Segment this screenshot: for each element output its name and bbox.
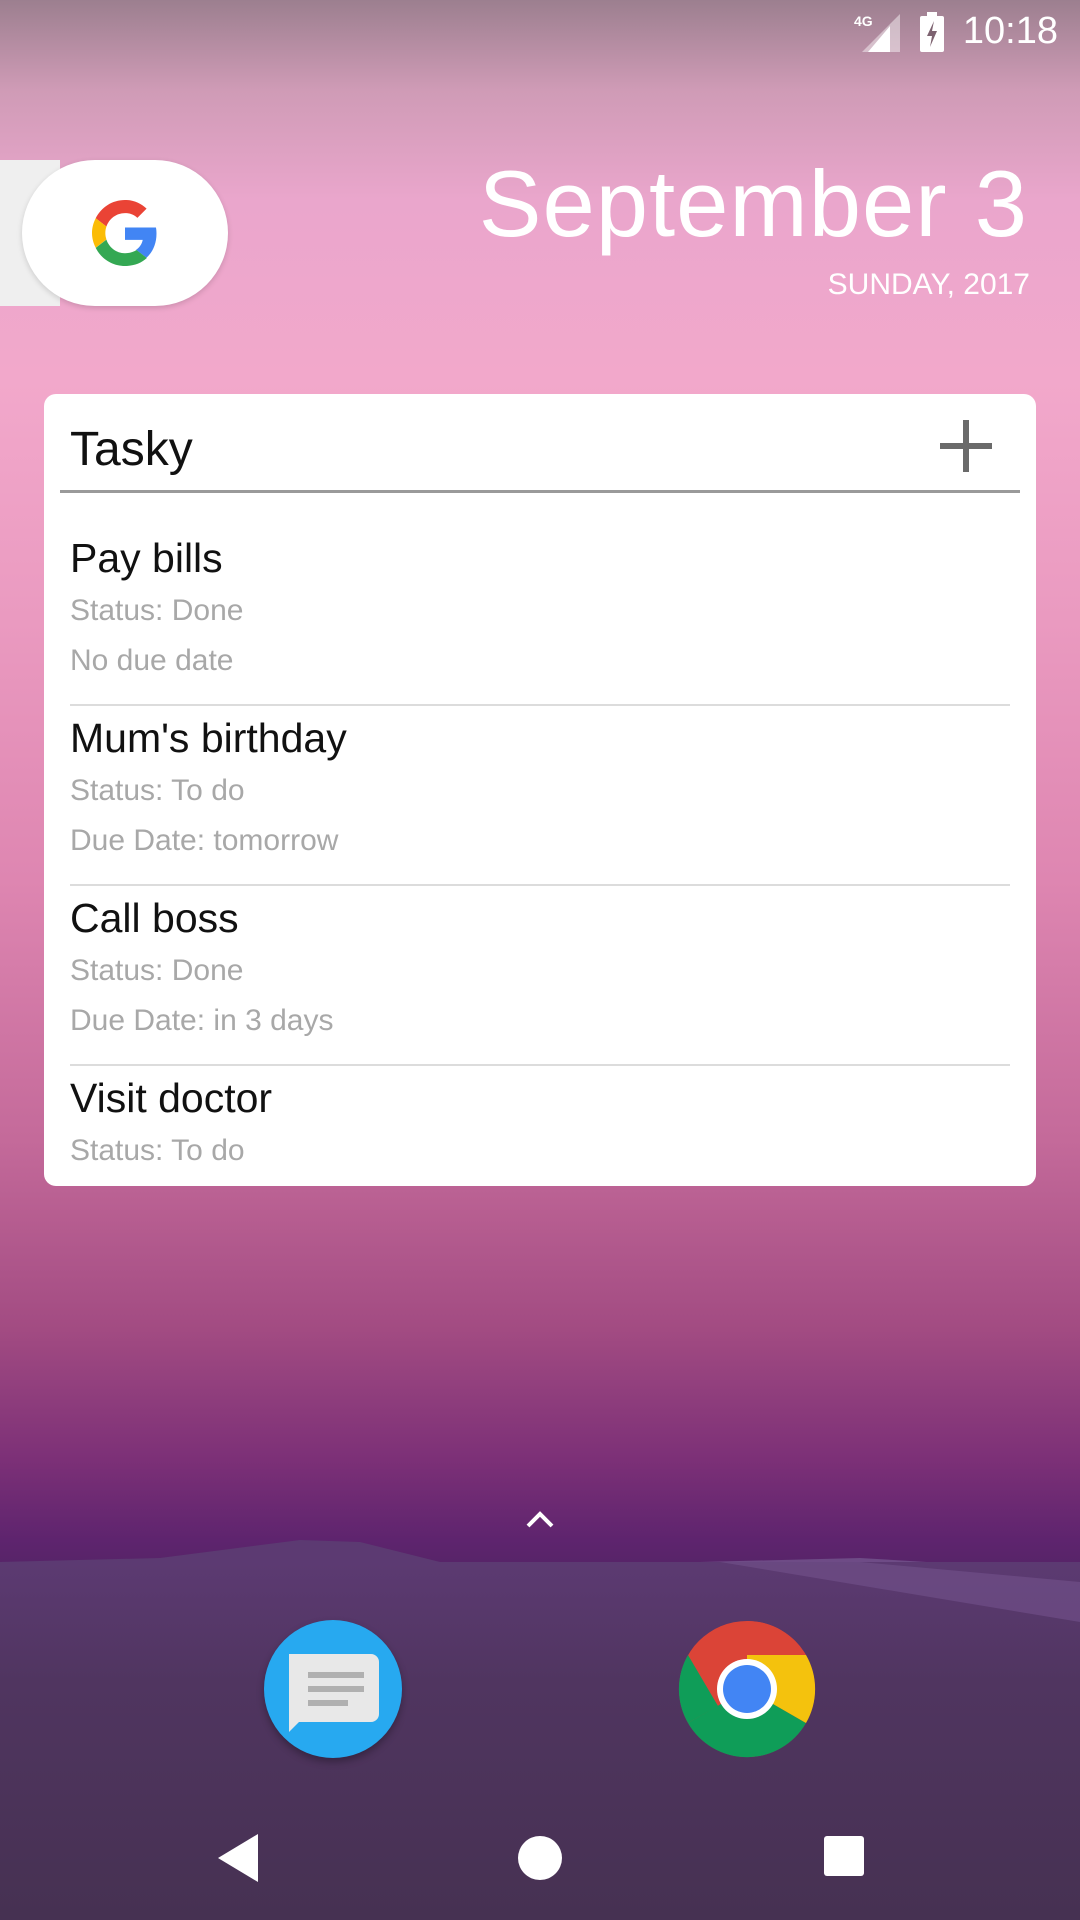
task-list[interactable]: Pay bills Status: Done No due date Mum's… [70, 530, 1010, 1162]
signal-4g-icon: 4G [854, 13, 900, 52]
home-icon[interactable] [516, 1834, 564, 1882]
navigation-bar [0, 1800, 1080, 1920]
back-icon[interactable] [214, 1830, 262, 1886]
date-display[interactable]: September 3 [479, 150, 1028, 258]
google-search-button[interactable] [22, 160, 228, 306]
google-g-icon [92, 200, 157, 266]
tasky-widget: Tasky Pay bills Status: Done No due date… [44, 394, 1036, 1186]
clock-time: 10:18 [962, 10, 1058, 52]
task-title: Mum's birthday [70, 715, 347, 761]
task-item[interactable]: Visit doctor Status: To do [70, 1070, 1010, 1162]
widget-title[interactable]: Tasky [70, 422, 193, 477]
task-title: Visit doctor [70, 1075, 273, 1121]
widget-header-divider [60, 490, 1020, 493]
task-due-date: Due Date: in 3 days [70, 1004, 334, 1037]
task-status: Status: Done [70, 954, 244, 987]
task-title: Pay bills [70, 535, 223, 581]
recents-icon[interactable] [822, 1834, 866, 1878]
task-status: Status: To do [70, 774, 245, 807]
task-status: Status: To do [70, 1134, 245, 1162]
task-status: Status: Done [70, 594, 244, 627]
task-title: Call boss [70, 895, 239, 941]
network-type-label: 4G [854, 13, 873, 29]
status-bar: 4G 10:18 [0, 0, 1080, 64]
task-item[interactable]: Mum's birthday Status: To do Due Date: t… [70, 710, 1010, 886]
battery-charging-icon [920, 12, 944, 52]
plus-icon[interactable] [934, 414, 998, 478]
messages-app-icon[interactable] [264, 1620, 402, 1758]
chrome-app-icon[interactable] [678, 1620, 816, 1758]
task-item[interactable]: Pay bills Status: Done No due date [70, 530, 1010, 706]
task-due-date: Due Date: tomorrow [70, 824, 339, 857]
task-item[interactable]: Call boss Status: Done Due Date: in 3 da… [70, 890, 1010, 1066]
task-due-date: No due date [70, 644, 234, 677]
weekday-year-display: SUNDAY, 2017 [827, 268, 1030, 301]
